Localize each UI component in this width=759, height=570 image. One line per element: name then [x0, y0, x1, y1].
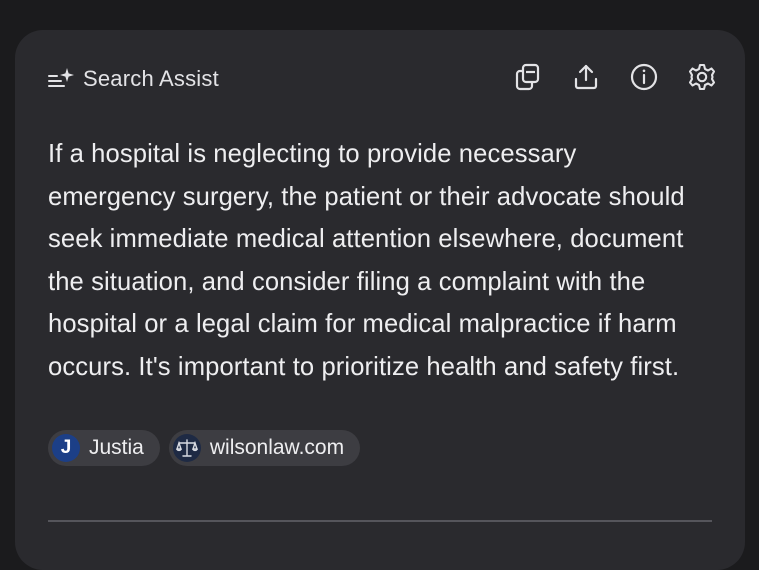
justia-logo-icon: J	[52, 434, 80, 462]
source-label: wilsonlaw.com	[209, 436, 345, 459]
info-icon[interactable]	[629, 62, 659, 92]
share-icon[interactable]	[571, 62, 601, 92]
scales-of-justice-icon	[172, 434, 201, 462]
divider	[48, 520, 712, 522]
copy-icon[interactable]	[513, 62, 543, 92]
source-chip-wilsonlaw[interactable]: wilsonlaw.com	[168, 430, 361, 466]
sparkle-list-icon	[47, 65, 75, 93]
header-actions	[513, 62, 717, 92]
card-header: Search Assist	[47, 62, 717, 96]
source-label: Justia	[89, 436, 144, 459]
gear-icon[interactable]	[687, 62, 717, 92]
source-chips: J Justia wilsonlaw.com	[48, 430, 361, 466]
answer-text: If a hospital is neglecting to provide n…	[48, 140, 685, 381]
search-assist-card: Search Assist If a hospital is neglectin…	[15, 30, 745, 570]
card-title: Search Assist	[83, 66, 219, 91]
source-chip-justia[interactable]: J Justia	[48, 430, 160, 466]
